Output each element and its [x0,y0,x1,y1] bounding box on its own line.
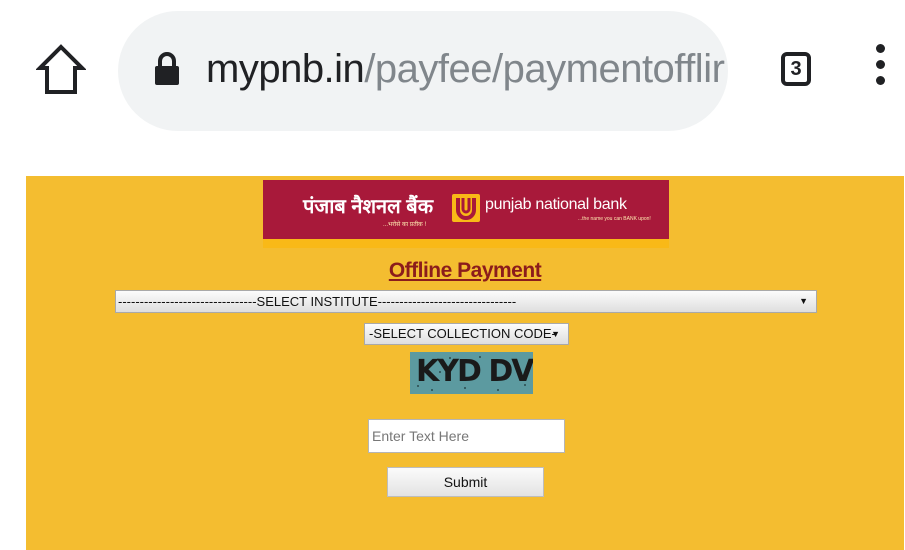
collection-code-select-value: -SELECT COLLECTION CODE- [369,326,556,341]
submit-button[interactable]: Submit [387,467,544,497]
more-menu-icon[interactable] [872,44,888,96]
captcha-image: KYD DV [410,352,533,394]
home-icon[interactable] [35,42,87,98]
logo-english-name: punjab national bank [485,196,627,213]
logo-hindi-tagline: ...भरोसे का प्रतीक ! [383,222,427,228]
logo-band [263,239,669,248]
collection-code-select[interactable]: -SELECT COLLECTION CODE- ▼ [364,323,569,345]
institute-select[interactable]: --------------------------------SELECT I… [115,290,817,313]
captcha-text: KYD DV [416,354,533,389]
tab-switcher-icon[interactable]: 3 [781,52,811,86]
lock-icon [154,51,180,87]
dropdown-arrow-icon: ▼ [551,329,560,339]
institute-select-value: --------------------------------SELECT I… [118,294,517,309]
dropdown-arrow-icon: ▼ [799,296,808,306]
url-host: mypnb.in [206,47,365,91]
pnb-emblem-icon [452,194,480,222]
logo-hindi-name: पंजाब नैशनल बैंक [303,196,434,218]
address-bar[interactable]: mypnb.in/payfee/paymentofflir [118,11,728,131]
logo-english-tagline: ...the name you can BANK upon! [578,216,651,222]
page-title-wrap: Offline Payment [26,259,904,283]
captcha-input[interactable] [368,419,565,453]
browser-toolbar: mypnb.in/payfee/paymentofflir 3 [0,0,905,158]
url-path: /payfee/paymentofflir [364,47,725,91]
url-text[interactable]: mypnb.in/payfee/paymentofflir [206,45,725,93]
payment-page: पंजाब नैशनल बैंक ...भरोसे का प्रतीक ! pu… [26,176,904,550]
page-title: Offline Payment [388,259,542,282]
pnb-logo: पंजाब नैशनल बैंक ...भरोसे का प्रतीक ! pu… [263,180,669,248]
